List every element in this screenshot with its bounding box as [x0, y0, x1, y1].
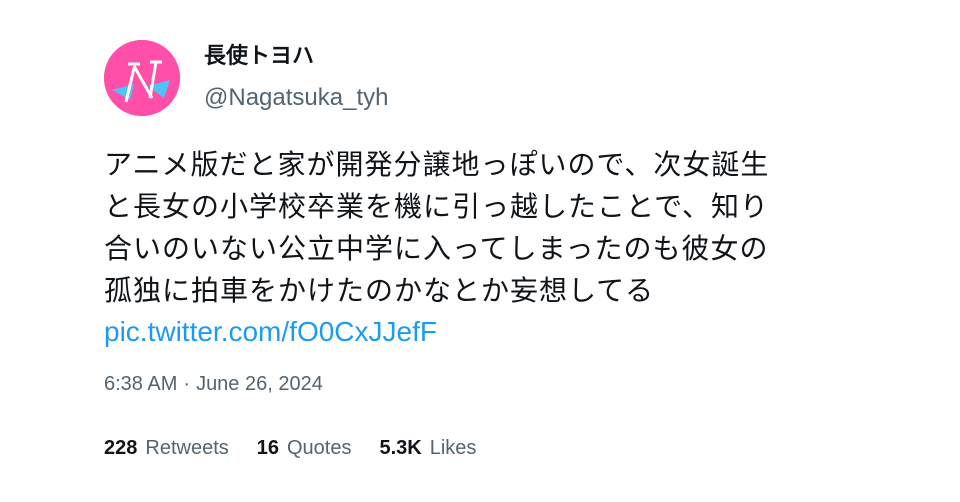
tweet-header: 長使トヨハ @Nagatsuka_tyh: [104, 38, 864, 118]
tweet-timestamp[interactable]: 6:38 AM · June 26, 2024: [104, 372, 323, 396]
retweets-stat[interactable]: 228 Retweets: [104, 436, 229, 460]
quotes-label: Quotes: [287, 437, 352, 459]
likes-count: 5.3K: [379, 437, 422, 459]
tweet-time: 6:38 AM: [104, 373, 178, 395]
tweet-text-line: と長女の小学校卒業を機に引っ越したことで、知り: [104, 190, 770, 223]
user-info: 長使トヨハ @Nagatsuka_tyh: [204, 43, 388, 113]
tweet-date: June 26, 2024: [196, 373, 323, 395]
avatar-logo-icon: [104, 40, 180, 116]
quotes-count: 16: [256, 437, 279, 459]
display-name[interactable]: 長使トヨハ: [204, 43, 388, 71]
tweet-card: 長使トヨハ @Nagatsuka_tyh アニメ版だと家が開発分譲地っぽいので、…: [104, 38, 864, 352]
media-link[interactable]: pic.twitter.com/fO0CxJJefF: [104, 312, 864, 352]
tweet-stats: 228 Retweets 16 Quotes 5.3K Likes: [104, 436, 504, 460]
tweet-text-line: 合いのいない公立中学に入ってしまったのも彼女の: [104, 232, 769, 265]
tweet-text-line: アニメ版だと家が開発分譲地っぽいので、次女誕生: [104, 148, 770, 181]
meta-separator: ·: [183, 373, 191, 395]
tweet-text: アニメ版だと家が開発分譲地っぽいので、次女誕生 と長女の小学校卒業を機に引っ越し…: [104, 144, 864, 352]
likes-label: Likes: [429, 437, 477, 459]
likes-stat[interactable]: 5.3K Likes: [379, 436, 476, 460]
avatar[interactable]: [104, 40, 180, 116]
quotes-stat[interactable]: 16 Quotes: [257, 436, 352, 460]
tweet-text-line: 孤独に拍車をかけたのかなとか妄想してる: [104, 274, 655, 307]
retweets-label: Retweets: [145, 437, 229, 459]
retweets-count: 228: [104, 437, 138, 459]
user-handle[interactable]: @Nagatsuka_tyh: [204, 83, 388, 113]
